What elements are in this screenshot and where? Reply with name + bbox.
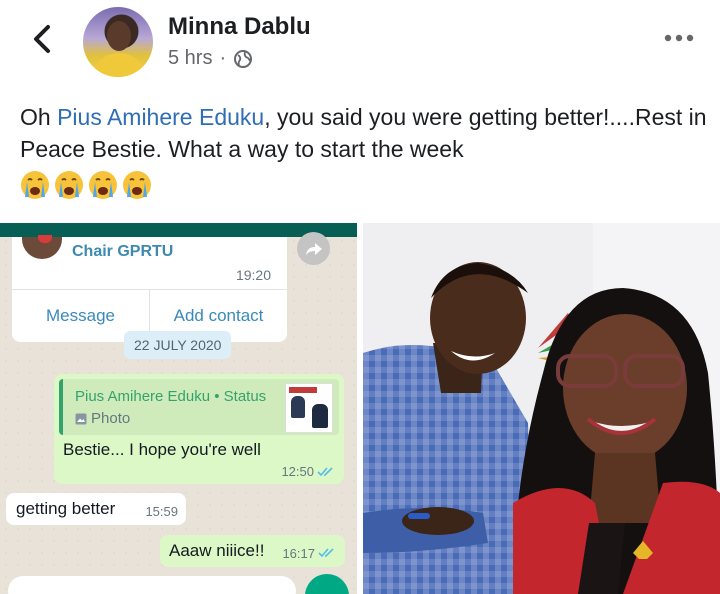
message-text: Aaaw niiice!! — [169, 541, 265, 560]
contact-name: Chair GPRTU — [72, 243, 174, 260]
message-time: 15:59 — [145, 504, 178, 519]
crying-face-icon — [89, 171, 117, 199]
quote-title: Pius Amihere Eduku • Status — [75, 388, 267, 405]
caption-start: Oh — [20, 104, 58, 130]
incoming-message[interactable]: getting better 15:59 — [6, 493, 186, 525]
thumbnail-person — [291, 396, 305, 418]
selfie-illustration — [363, 223, 720, 594]
status-reply-quote[interactable]: Pius Amihere Eduku • Status Photo — [59, 379, 339, 435]
thumbnail-person — [312, 404, 328, 428]
photo-grid: Chair GPRTU 19:20 Message Add contact 22… — [0, 223, 720, 594]
mention-link[interactable]: Pius Amihere Eduku — [57, 104, 264, 130]
read-ticks-icon — [318, 548, 334, 558]
author-name[interactable]: Minna Dablu — [168, 13, 311, 41]
message-time: 16:17 — [282, 546, 315, 561]
message-text: Bestie... I hope you're well — [63, 440, 261, 459]
crying-face-icon — [21, 171, 49, 199]
photo-icon — [75, 413, 87, 424]
outgoing-message[interactable]: Aaaw niiice!! 16:17 — [160, 535, 345, 567]
forward-arrow-icon — [305, 242, 322, 255]
outgoing-message[interactable]: Pius Amihere Eduku • Status Photo Bestie… — [54, 374, 344, 484]
author-avatar[interactable] — [83, 7, 153, 77]
chat-screenshot-photo[interactable]: Chair GPRTU 19:20 Message Add contact 22… — [0, 223, 357, 594]
selfie-photo[interactable] — [363, 223, 720, 594]
post-meta: 5 hrs · — [168, 47, 253, 70]
post-caption: Oh Pius Amihere Eduku, you said you were… — [20, 101, 710, 165]
avatar-face — [107, 21, 131, 51]
message-text: getting better — [16, 499, 116, 518]
post-time[interactable]: 5 hrs — [168, 47, 212, 70]
quote-photo-label: Photo — [91, 410, 131, 427]
meta-separator: · — [219, 47, 227, 69]
post-header: Minna Dablu 5 hrs · — [0, 0, 720, 90]
message-time: 12:50 — [281, 464, 314, 479]
forward-button[interactable] — [297, 232, 330, 265]
contact-time: 19:20 — [235, 267, 271, 283]
read-ticks-icon — [317, 467, 333, 477]
globe-icon — [234, 49, 253, 68]
thumbnail-banner — [289, 387, 317, 393]
crying-face-icon — [123, 171, 151, 199]
message-input[interactable] — [8, 576, 296, 594]
status-thumbnail — [285, 383, 333, 433]
back-arrow-icon[interactable] — [28, 22, 58, 56]
mic-button[interactable] — [305, 574, 349, 594]
avatar-shirt — [91, 53, 147, 77]
contact-card[interactable]: Chair GPRTU 19:20 Message Add contact — [12, 235, 287, 342]
more-options-icon[interactable] — [664, 32, 694, 44]
crying-face-icon — [55, 171, 83, 199]
emoji-row — [20, 170, 152, 200]
date-separator: 22 JULY 2020 — [124, 331, 232, 359]
quote-subtitle: Photo — [75, 410, 130, 427]
